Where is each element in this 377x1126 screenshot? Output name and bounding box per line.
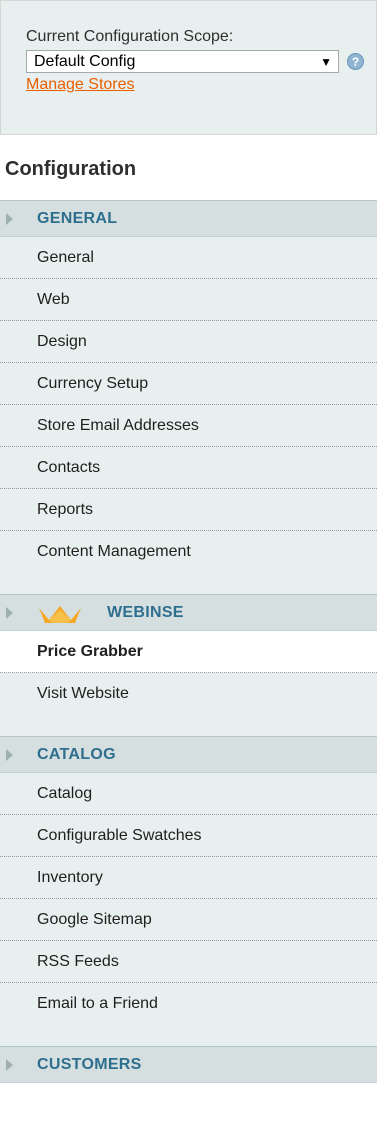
nav-item-price-grabber[interactable]: Price Grabber bbox=[0, 631, 377, 673]
section-label: CUSTOMERS bbox=[37, 1055, 142, 1073]
scope-label: Current Configuration Scope: bbox=[26, 28, 234, 45]
nav-item-inventory[interactable]: Inventory bbox=[0, 857, 377, 899]
nav-item-general[interactable]: General bbox=[0, 237, 377, 279]
section-header-webinse[interactable]: WEBINSE bbox=[0, 594, 377, 631]
scope-row: Default Config ▼ ? bbox=[26, 50, 376, 73]
nav-item-rss-feeds[interactable]: RSS Feeds bbox=[0, 941, 377, 983]
page-title: Configuration bbox=[5, 158, 137, 180]
nav-item-store-email-addresses[interactable]: Store Email Addresses bbox=[0, 405, 377, 447]
manage-stores-link[interactable]: Manage Stores bbox=[26, 76, 135, 94]
nav-item-currency-setup[interactable]: Currency Setup bbox=[0, 363, 377, 405]
expand-arrow-icon bbox=[6, 213, 13, 225]
nav-item-reports[interactable]: Reports bbox=[0, 489, 377, 531]
section-header-customers[interactable]: CUSTOMERS bbox=[0, 1046, 377, 1083]
section-label: CATALOG bbox=[37, 745, 116, 763]
nav-item-contacts[interactable]: Contacts bbox=[0, 447, 377, 489]
crown-icon bbox=[39, 606, 81, 623]
section-label: WEBINSE bbox=[107, 603, 184, 621]
dropdown-arrow-icon: ▼ bbox=[320, 54, 332, 69]
help-icon[interactable]: ? bbox=[347, 53, 364, 70]
section-label: GENERAL bbox=[37, 209, 118, 227]
config-nav: GENERAL General Web Design Currency Setu… bbox=[0, 200, 377, 1083]
expand-arrow-icon bbox=[6, 607, 13, 619]
section-header-general[interactable]: GENERAL bbox=[0, 200, 377, 237]
nav-item-content-management[interactable]: Content Management bbox=[0, 531, 377, 573]
nav-item-google-sitemap[interactable]: Google Sitemap bbox=[0, 899, 377, 941]
nav-item-design[interactable]: Design bbox=[0, 321, 377, 363]
nav-item-email-to-a-friend[interactable]: Email to a Friend bbox=[0, 983, 377, 1025]
config-scope-panel: Current Configuration Scope: Default Con… bbox=[0, 0, 377, 135]
nav-item-web[interactable]: Web bbox=[0, 279, 377, 321]
scope-selected-value: Default Config bbox=[34, 52, 136, 70]
expand-arrow-icon bbox=[6, 1059, 13, 1071]
section-header-catalog[interactable]: CATALOG bbox=[0, 736, 377, 773]
scope-select[interactable]: Default Config ▼ bbox=[26, 50, 339, 73]
expand-arrow-icon bbox=[6, 749, 13, 761]
nav-item-configurable-swatches[interactable]: Configurable Swatches bbox=[0, 815, 377, 857]
nav-item-catalog[interactable]: Catalog bbox=[0, 773, 377, 815]
nav-item-visit-website[interactable]: Visit Website bbox=[0, 673, 377, 715]
